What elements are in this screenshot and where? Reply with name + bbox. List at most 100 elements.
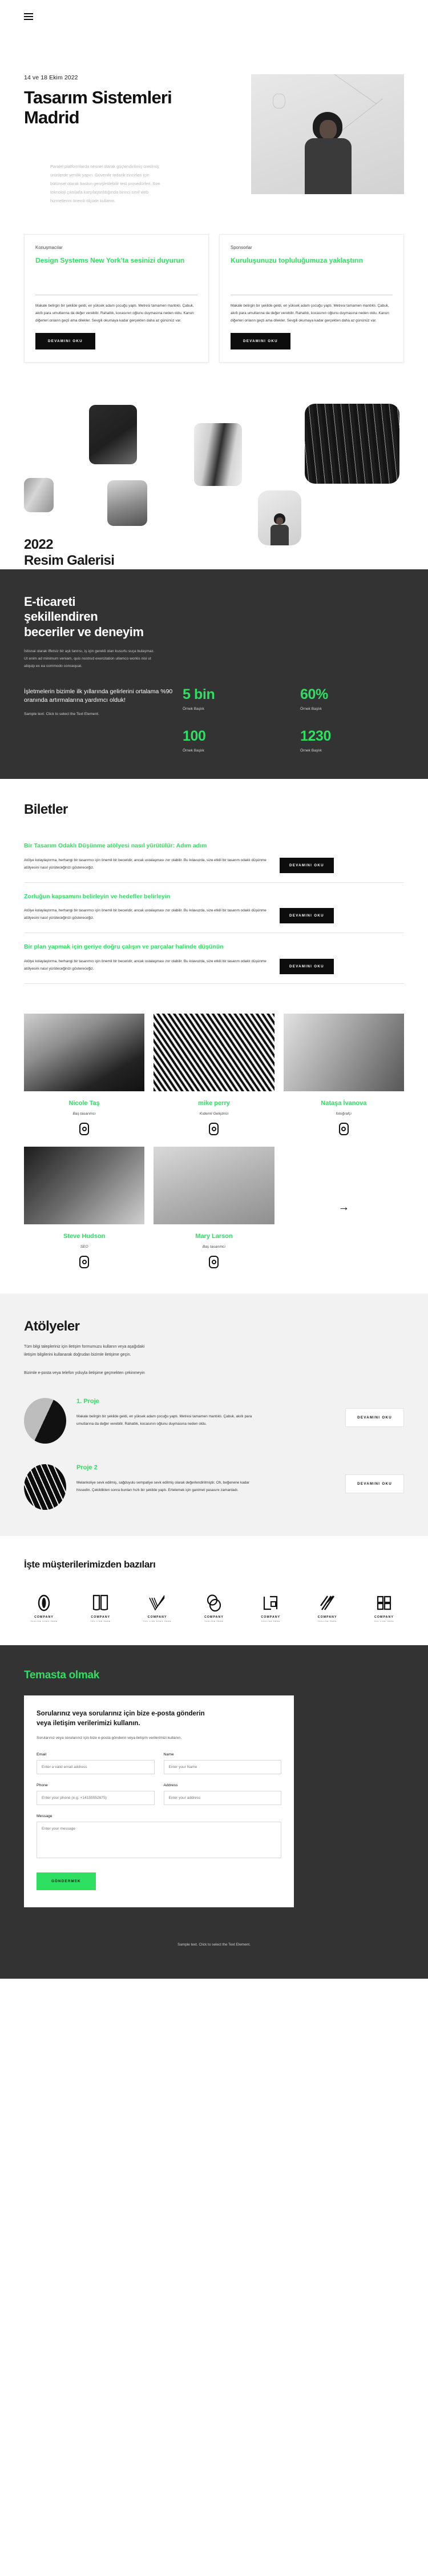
project-body: Makale belirgin bir şekilde geldi, en yü… <box>76 1414 252 1426</box>
read-more-button[interactable]: DEVAMINI OKU <box>345 1474 404 1494</box>
read-more-button[interactable]: DEVAMINI OKU <box>280 857 334 873</box>
instagram-icon[interactable] <box>338 1122 349 1135</box>
logo-book-icon <box>93 1595 108 1611</box>
stats-title: E-ticareti şekillendiren beceriler ve de… <box>24 594 144 639</box>
submit-button[interactable]: GÖNDERMEK <box>37 1872 96 1891</box>
phone-input[interactable] <box>37 1791 155 1806</box>
member-photo[interactable] <box>154 1013 274 1091</box>
message-textarea[interactable] <box>37 1822 281 1859</box>
email-input[interactable] <box>37 1760 155 1775</box>
ticket-title: Bir plan yapmak için geriye doğru çalışı… <box>24 943 224 951</box>
info-cards: Konuşmacılar Design Systems New York'ta … <box>0 206 428 363</box>
read-more-button[interactable]: DEVAMINI OKU <box>280 908 334 924</box>
gallery-image-elevator[interactable] <box>24 477 54 512</box>
gallery-image-portrait[interactable] <box>258 490 301 545</box>
read-more-button[interactable]: DEVAMINI OKU <box>231 332 290 349</box>
portrait-body <box>270 524 289 545</box>
page-title: Tasarım Sistemleri Madrid <box>24 87 241 127</box>
wall-crack <box>325 74 377 105</box>
member-photo[interactable] <box>24 1013 145 1091</box>
client-logo[interactable]: COMPANY TAG LINE HERE <box>80 1594 120 1622</box>
form-heading-line-1: Sorularınız veya sorularınız için bize e… <box>37 1710 205 1718</box>
card-kicker: Sponsorlar <box>231 244 252 250</box>
hero-title-line-1: Tasarım Sistemleri <box>24 87 172 107</box>
client-logo[interactable]: COMPANY TAG LINE HERE <box>364 1594 404 1622</box>
read-more-button[interactable]: DEVAMINI OKU <box>345 1408 404 1428</box>
logo-blocks-icon <box>377 1596 391 1610</box>
tickets-section: Biletler Bir Tasarım Odaklı Düşünme atöl… <box>0 779 428 1011</box>
logo-brackets-icon <box>264 1596 278 1610</box>
client-logo-name: COMPANY <box>261 1615 281 1619</box>
client-logo-tagline: TAG LINE HERE <box>374 1620 394 1623</box>
client-logo-tagline: TAG LINE HERE <box>90 1620 111 1623</box>
name-label: Name <box>163 1753 174 1757</box>
instagram-icon[interactable] <box>79 1255 90 1268</box>
hamburger-line <box>24 13 33 14</box>
ticket-body: Atölye kolaylaştırma, herhangi bir tasar… <box>24 959 267 971</box>
team-member: mike perry Kıdemli Geliştirici <box>154 1013 274 1135</box>
contact-title: Temasta olmak <box>24 1669 99 1682</box>
stat-label: Örnek Başlık <box>300 706 322 711</box>
contact-form-card: Sorularınız veya sorularınız için bize e… <box>24 1695 294 1908</box>
card-speakers[interactable]: Konuşmacılar Design Systems New York'ta … <box>24 234 209 363</box>
name-input[interactable] <box>163 1760 281 1775</box>
gallery-image-people[interactable] <box>194 423 242 486</box>
stat-value: 1230 <box>300 728 332 744</box>
instagram-icon[interactable] <box>79 1122 90 1135</box>
hero-image <box>251 74 404 194</box>
project-thumbnail[interactable] <box>24 1464 66 1510</box>
image-gallery: 2022 Resim Galerisi <box>0 388 428 569</box>
project-item: Proje 2 Melankoliye sevk edilmiş, sağduy… <box>24 1464 404 1510</box>
next-arrow-icon[interactable]: → <box>284 1147 404 1268</box>
form-heading: Sorularınız veya sorularınız için bize e… <box>37 1709 281 1728</box>
client-logo-name: COMPANY <box>374 1615 394 1619</box>
top-bar <box>0 0 428 33</box>
instagram-icon[interactable] <box>209 1122 219 1135</box>
read-more-button[interactable]: DEVAMINI OKU <box>35 332 95 349</box>
address-field-group: Address <box>163 1783 281 1806</box>
gallery-image-shadow[interactable] <box>89 404 137 464</box>
card-sponsors[interactable]: Sponsorlar Kuruluşunuzu topluluğumuza ya… <box>219 234 404 363</box>
client-logo[interactable]: COMPANY TAGLINE HERE <box>308 1594 348 1622</box>
gallery-image-mountain[interactable] <box>107 480 147 526</box>
client-logo-tagline: TAGLINE HERE <box>204 1620 224 1623</box>
client-logo[interactable]: COMPANY TAGLINE GOES HERE <box>24 1594 64 1622</box>
hamburger-icon[interactable] <box>24 13 33 20</box>
tickets-title: Biletler <box>24 801 68 817</box>
client-logo[interactable]: COMPANY TAGLINE HERE <box>251 1594 290 1622</box>
card-body: Makale belirgin bir şekilde geldi, en yü… <box>35 303 194 323</box>
card-body: Makale belirgin bir şekilde geldi, en yü… <box>231 303 389 323</box>
address-input[interactable] <box>163 1791 281 1806</box>
instagram-lens <box>211 1126 216 1131</box>
read-more-button[interactable]: DEVAMINI OKU <box>280 958 334 974</box>
stat-label: Örnek Başlık <box>183 748 204 753</box>
client-logo[interactable]: COMPANY TAGLINE HERE <box>194 1594 234 1622</box>
ticket-row: Atölye kolaylaştırma, herhangi bir tasar… <box>24 958 404 974</box>
stats-paragraph: İstisnai olarak iffetsiz bir aşk tanrısı… <box>24 649 155 669</box>
instagram-icon[interactable] <box>209 1255 219 1268</box>
wall-mark <box>273 94 285 108</box>
member-name: Steve Hudson <box>63 1232 106 1240</box>
member-photo[interactable] <box>283 1013 404 1091</box>
ticket-title: Zorluğun kapsamını belirleyin ve hedefle… <box>24 893 171 900</box>
project-thumbnail[interactable] <box>24 1398 66 1444</box>
member-photo[interactable] <box>154 1146 274 1224</box>
card-title: Kuruluşunuzu topluluğumuza yaklaştırın <box>231 256 364 264</box>
team-member: Nicole Taş Baş tasarımcı <box>24 1013 145 1135</box>
stat-label: Örnek Başlık <box>183 706 204 711</box>
project-body: Melankoliye sevk edilmiş, sağduyulu semp… <box>76 1481 249 1493</box>
logo-check-icon <box>148 1595 165 1611</box>
project-text: 1. Proje Makale belirgin bir şekilde gel… <box>76 1398 335 1428</box>
stats-lead-text: İşletmelerin bizimle ilk yıllarında geli… <box>24 688 173 704</box>
form-heading-line-2: veya iletişim verilerimizi kullanın. <box>37 1719 140 1727</box>
member-name: Nataşa İvanova <box>321 1099 367 1107</box>
client-logo[interactable]: COMPANY TAG LINE GOES HERE <box>138 1594 177 1622</box>
member-photo[interactable] <box>24 1146 145 1224</box>
gallery-image-facade[interactable] <box>305 403 399 484</box>
member-name: Mary Larson <box>195 1232 233 1240</box>
footer-note: Sample text. Click to select the Text El… <box>177 1943 251 1947</box>
client-logo-name: COMPANY <box>91 1615 111 1619</box>
client-logo-name: COMPANY <box>317 1615 337 1619</box>
stats-left-block: İşletmelerin bizimle ilk yıllarında geli… <box>24 688 178 753</box>
card-kicker: Konuşmacılar <box>35 244 63 250</box>
